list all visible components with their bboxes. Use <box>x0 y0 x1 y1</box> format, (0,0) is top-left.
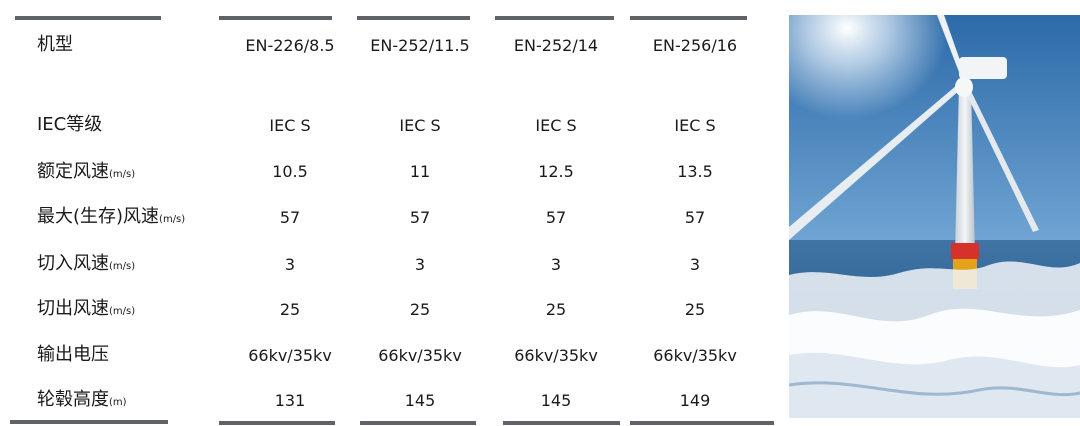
table-cell: 57 <box>684 208 706 227</box>
table-top-rule-col3 <box>495 16 614 20</box>
model-name: EN-256/16 <box>652 36 738 55</box>
row-label-cut-in-wind-speed: 切入风速(m/s) <box>37 254 135 277</box>
table-cell: 149 <box>679 391 711 410</box>
row-unit: (m) <box>109 397 127 408</box>
table-cell: 57 <box>545 208 567 227</box>
table-bottom-rule-label <box>10 420 168 424</box>
row-label-text: 轮毂高度 <box>37 389 109 410</box>
row-label-max-wind-speed: 最大(生存)风速(m/s) <box>37 207 185 230</box>
table-cell: IEC S <box>399 116 441 135</box>
table-cell: 66kv/35kv <box>378 346 462 365</box>
row-label-text: IEC等级 <box>37 114 103 135</box>
row-label-text: 输出电压 <box>37 344 109 365</box>
table-cell: IEC S <box>269 116 311 135</box>
table-cell: 66kv/35kv <box>514 346 598 365</box>
table-cell: 3 <box>284 255 296 274</box>
table-cell: IEC S <box>535 116 577 135</box>
row-unit: (m/s) <box>109 261 136 272</box>
row-label-text: 切入风速 <box>37 253 109 274</box>
row-label-hub-height: 轮毂高度(m) <box>37 390 127 413</box>
table-cell: 25 <box>409 300 431 319</box>
table-bottom-rule-col2 <box>360 421 476 425</box>
row-unit: (m/s) <box>159 214 186 225</box>
table-cell: IEC S <box>674 116 716 135</box>
table-cell: 66kv/35kv <box>653 346 737 365</box>
row-label-rated-wind-speed: 额定风速(m/s) <box>37 162 135 185</box>
row-label-text: 额定风速 <box>37 161 109 182</box>
table-cell: 25 <box>279 300 301 319</box>
sun-glare <box>789 15 1080 275</box>
table-cell: 12.5 <box>538 162 574 181</box>
table-cell: 145 <box>404 391 436 410</box>
table-bottom-rule-col3 <box>503 421 620 425</box>
table-bottom-rule-col4 <box>630 421 774 425</box>
table-cell: 25 <box>545 300 567 319</box>
table-cell: 66kv/35kv <box>248 346 332 365</box>
foundation-ring <box>951 243 979 259</box>
row-unit: (m/s) <box>109 169 136 180</box>
row-unit: (m/s) <box>109 306 136 317</box>
table-cell: 11 <box>409 162 431 181</box>
table-top-rule-col4 <box>630 16 747 20</box>
table-cell: 145 <box>540 391 572 410</box>
offshore-wind-turbine-photo <box>789 15 1080 418</box>
table-cell: 3 <box>689 255 701 274</box>
nacelle <box>959 57 1007 79</box>
table-top-rule-col2 <box>357 16 470 20</box>
header-label: 机型 <box>37 34 73 55</box>
table-top-rule-label <box>15 16 161 20</box>
table-top-rule-col1 <box>219 16 332 20</box>
table-cell: 131 <box>274 391 306 410</box>
table-cell: 3 <box>414 255 426 274</box>
row-label-cut-out-wind-speed: 切出风速(m/s) <box>37 299 135 322</box>
table-cell: 3 <box>550 255 562 274</box>
table-cell: 57 <box>279 208 301 227</box>
model-name: EN-226/8.5 <box>245 36 335 55</box>
row-label-iec-class: IEC等级 <box>37 115 102 135</box>
model-name: EN-252/14 <box>513 36 599 55</box>
row-label-text: 最大(生存)风速 <box>37 206 160 227</box>
table-cell: 10.5 <box>272 162 308 181</box>
turbine-illustration <box>789 15 1080 418</box>
row-label-text: 切出风速 <box>37 298 109 319</box>
model-name: EN-252/11.5 <box>370 36 470 55</box>
table-cell: 25 <box>684 300 706 319</box>
table-cell: 57 <box>409 208 431 227</box>
table-bottom-rule-col1 <box>219 421 335 425</box>
hub <box>955 77 973 97</box>
table-cell: 13.5 <box>677 162 713 181</box>
row-label-output-voltage: 输出电压 <box>37 345 109 365</box>
